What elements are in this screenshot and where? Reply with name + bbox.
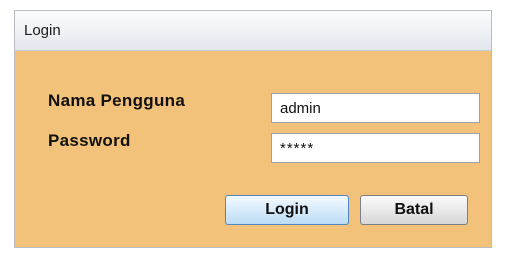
window-title: Login: [24, 22, 61, 39]
username-field[interactable]: [271, 93, 480, 123]
username-label: Nama Pengguna: [48, 91, 186, 110]
password-label: Password: [48, 131, 131, 150]
login-window: Login Nama Pengguna Password Login Batal: [14, 10, 492, 248]
login-form: Nama Pengguna Password Login Batal: [15, 51, 491, 247]
cancel-button[interactable]: Batal: [360, 195, 468, 225]
password-field[interactable]: [271, 133, 480, 163]
login-button[interactable]: Login: [225, 195, 349, 225]
title-bar[interactable]: Login: [15, 11, 491, 51]
